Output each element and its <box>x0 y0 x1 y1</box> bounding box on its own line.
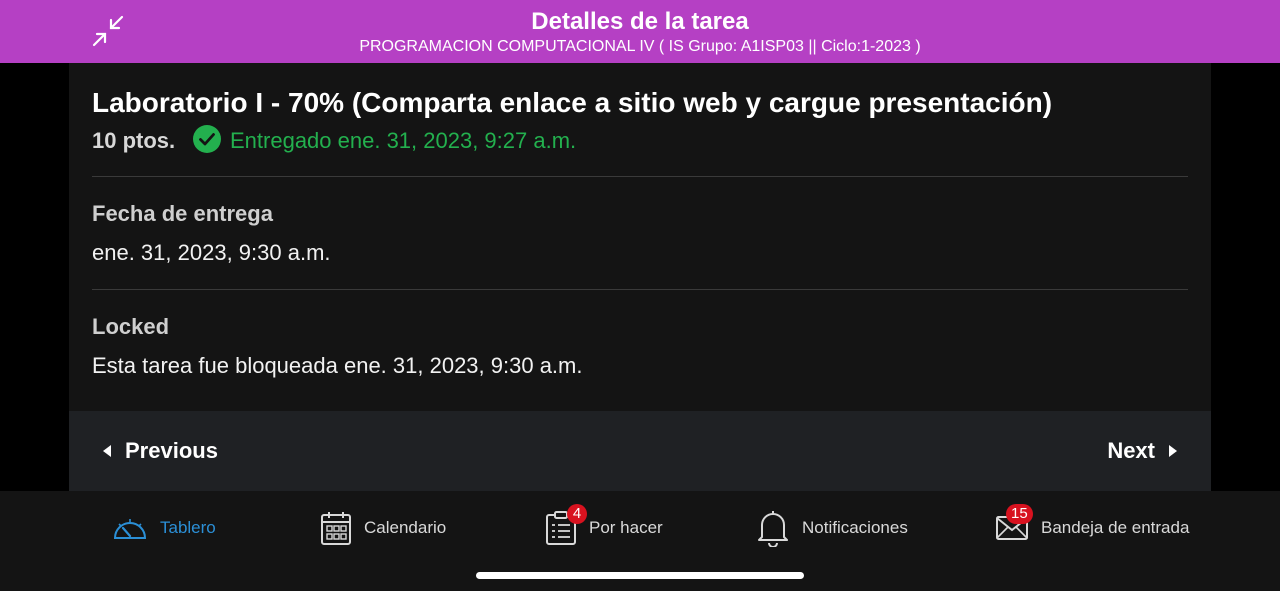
locked-value: Esta tarea fue bloqueada ene. 31, 2023, … <box>92 353 583 378</box>
tab-bandeja-de-entrada[interactable]: 15 Bandeja de entrada <box>995 504 1190 548</box>
calendar-icon <box>321 512 351 545</box>
header-bar: Detalles de la tarea PROGRAMACION COMPUT… <box>0 0 1280 63</box>
dashboard-icon <box>113 519 147 539</box>
divider <box>92 289 1188 290</box>
submission-status: Entregado ene. 31, 2023, 9:27 a.m. <box>230 128 577 153</box>
bottom-tab-bar: Tablero Calendario 4 Por hacer Notificac… <box>0 491 1280 591</box>
locked-label: Locked <box>92 314 170 339</box>
caret-right-icon <box>1169 445 1177 457</box>
previous-label: Previous <box>125 438 218 463</box>
due-date-value: ene. 31, 2023, 9:30 a.m. <box>92 240 331 265</box>
tab-notificaciones[interactable]: Notificaciones <box>756 508 908 548</box>
pagination-bar: Previous Next <box>69 411 1211 491</box>
task-details-panel: Laboratorio I - 70% (Comparta enlace a s… <box>69 63 1211 411</box>
task-title: Laboratorio I - 70% (Comparta enlace a s… <box>92 87 1053 118</box>
todo-count-badge: 4 <box>567 504 587 524</box>
tab-label: Bandeja de entrada <box>1041 518 1190 537</box>
tab-label: Calendario <box>364 518 447 537</box>
bell-icon <box>758 511 788 547</box>
tab-calendario[interactable]: Calendario <box>320 508 446 548</box>
page-title: Detalles de la tarea <box>531 8 749 35</box>
inbox-count-badge: 15 <box>1006 504 1033 524</box>
divider <box>92 176 1188 177</box>
check-circle-icon <box>193 125 221 153</box>
tab-label: Tablero <box>160 518 216 537</box>
due-date-label: Fecha de entrega <box>92 201 273 226</box>
next-label: Next <box>1107 438 1155 463</box>
task-points: 10 ptos. <box>92 128 176 153</box>
tab-label: Por hacer <box>589 518 663 537</box>
tab-tablero[interactable]: Tablero <box>112 508 216 548</box>
home-indicator[interactable] <box>476 572 804 579</box>
course-subtitle: PROGRAMACION COMPUTACIONAL IV ( IS Grupo… <box>359 38 921 55</box>
tab-label: Notificaciones <box>802 518 908 537</box>
next-button[interactable]: Next <box>1107 438 1177 464</box>
caret-left-icon <box>103 445 111 457</box>
tab-por-hacer[interactable]: 4 Por hacer <box>545 504 663 548</box>
previous-button[interactable]: Previous <box>103 438 218 464</box>
